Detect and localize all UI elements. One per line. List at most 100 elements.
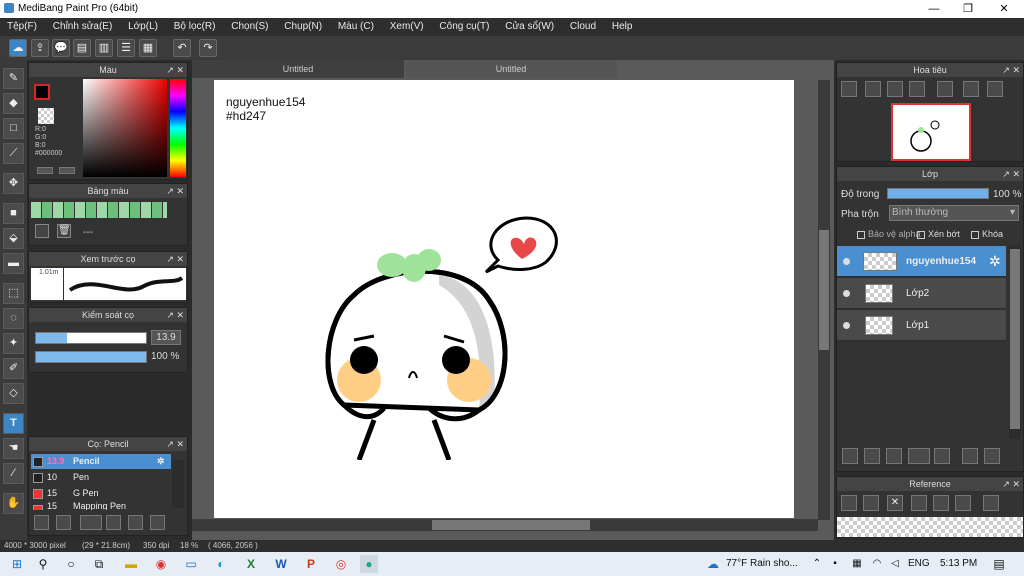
menu-help[interactable]: Help [612, 18, 633, 32]
brush-size-slider[interactable] [35, 332, 147, 344]
layers-scroll-thumb[interactable] [1010, 249, 1020, 429]
menu-tools[interactable]: Công cụ(T) [439, 18, 489, 32]
brush-preview-close-icon[interactable]: ↗ ✕ [166, 252, 184, 266]
volume-icon[interactable]: ◁ [886, 555, 904, 573]
new-brush-icon[interactable] [56, 515, 71, 530]
brush-control-close-icon[interactable]: ↗ ✕ [166, 308, 184, 322]
notifications-icon[interactable]: ▤ [990, 555, 1008, 573]
gradient-tool-icon[interactable]: ▬ [3, 253, 24, 274]
menu-cloud[interactable]: Cloud [570, 18, 596, 32]
tab-untitled-1[interactable]: Untitled [192, 60, 404, 78]
fill-rect-tool-icon[interactable]: ■ [3, 203, 24, 224]
layer-menu-icon[interactable] [908, 448, 930, 464]
open-folder-icon[interactable] [863, 495, 879, 511]
undo-icon[interactable]: ↶ [173, 39, 191, 57]
delete-palette-icon[interactable]: 🗑 [57, 224, 71, 238]
maximize-button[interactable]: ❐ [950, 0, 986, 18]
layer-item-nguyenhue154[interactable]: nguyenhue154 ✲ [837, 246, 1006, 277]
new-8bit-layer-icon[interactable] [886, 448, 902, 464]
cloud-upload-icon[interactable] [841, 495, 857, 511]
lasso-icon[interactable]: ◌ [3, 308, 24, 329]
color-mode-button[interactable] [37, 167, 53, 174]
text-tool-icon[interactable]: T [3, 413, 24, 434]
menu-window[interactable]: Cửa sổ(W) [505, 18, 554, 32]
saturation-value-picker[interactable] [83, 79, 167, 177]
brush-item-mapping-pen[interactable]: 15 Mapping Pen [31, 502, 171, 510]
wifi-icon[interactable]: ◠ [868, 555, 886, 573]
brush-menu-icon[interactable] [80, 515, 102, 530]
horizontal-scroll-thumb[interactable] [432, 520, 590, 530]
brushes-scrollbar[interactable] [172, 460, 184, 508]
layer-item-lop2[interactable]: Lớp2 [837, 278, 1006, 309]
magic-wand-icon[interactable]: ✦ [3, 333, 24, 354]
redo-icon[interactable]: ↷ [199, 39, 217, 57]
merge-layer-icon[interactable] [984, 448, 1000, 464]
document-icon[interactable]: ▥ [95, 39, 113, 57]
reference-fit-icon[interactable] [933, 495, 949, 511]
brush-item-pencil[interactable]: 13.9 Pencil ✲ [31, 454, 171, 469]
gear-icon[interactable]: ✲ [989, 253, 1001, 270]
medibang-taskbar-icon[interactable]: ● [360, 555, 378, 573]
tab-untitled-2[interactable]: Untitled [405, 60, 617, 78]
move-tool-icon[interactable]: ✥ [3, 173, 24, 194]
layer-opacity-slider[interactable] [887, 188, 989, 199]
close-reference-icon[interactable]: ✕ [887, 495, 903, 511]
panel-close-icon[interactable]: ↗ ✕ [166, 63, 184, 77]
file-explorer-icon[interactable]: ▬ [122, 555, 140, 573]
horizontal-scrollbar[interactable] [192, 519, 818, 531]
select-rect-icon[interactable]: ⬚ [3, 283, 24, 304]
brush-size-value[interactable]: 13.9 [151, 330, 181, 345]
menu-filter[interactable]: Bộ lọc(R) [174, 18, 216, 32]
language-indicator[interactable]: ENG [908, 558, 930, 569]
cloud-icon[interactable]: ☁ [9, 39, 27, 57]
bucket-tool-icon[interactable]: ⬙ [3, 228, 24, 249]
background-color-swatch[interactable] [38, 108, 54, 124]
comment-icon[interactable]: 💬 [52, 39, 70, 57]
eye-icon[interactable] [843, 322, 850, 329]
foreground-color-swatch[interactable] [34, 84, 50, 100]
reference-zoom-out-icon[interactable] [955, 495, 971, 511]
menu-file[interactable]: Tệp(F) [7, 18, 37, 32]
zoom-plus-icon[interactable] [865, 81, 881, 97]
rectangle-tool-icon[interactable]: □ [3, 118, 24, 139]
eraser-tool-icon[interactable]: ◆ [3, 93, 24, 114]
brush-opacity-slider[interactable] [35, 351, 147, 363]
cortana-icon[interactable]: ○ [62, 555, 80, 573]
drawing-canvas[interactable]: nguyenhue154 #hd247 [214, 80, 794, 518]
chrome-icon[interactable]: ◎ [332, 555, 350, 573]
layers-close-icon[interactable]: ↗ ✕ [1002, 167, 1020, 181]
grid-icon[interactable]: ▦ [139, 39, 157, 57]
search-icon[interactable]: ⚲ [34, 555, 52, 573]
navigator-close-icon[interactable]: ↗ ✕ [1002, 63, 1020, 77]
brush-item-pen[interactable]: 10 Pen [31, 470, 171, 485]
vertical-scrollbar[interactable] [818, 80, 830, 520]
brush-tool-icon[interactable]: ✎ [3, 68, 24, 89]
menu-edit[interactable]: Chỉnh sửa(E) [53, 18, 113, 32]
brush-folder-icon[interactable] [128, 515, 143, 530]
menu-view[interactable]: Xem(V) [390, 18, 424, 32]
menu-snap[interactable]: Chụp(N) [284, 18, 322, 32]
excel-icon[interactable]: X [242, 555, 260, 573]
hand-tool-icon[interactable]: ✋ [3, 493, 24, 514]
brush-duplicate-icon[interactable] [150, 515, 165, 530]
layer-folder-icon[interactable] [934, 448, 950, 464]
menu-layer[interactable]: Lớp(L) [128, 18, 158, 32]
operation-tool-icon[interactable]: ☚ [3, 438, 24, 459]
brushes-close-icon[interactable]: ↗ ✕ [166, 437, 184, 451]
upload-icon[interactable]: ⇪ [31, 39, 49, 57]
close-button[interactable]: ✕ [986, 0, 1022, 18]
palette-swatches[interactable] [31, 202, 167, 218]
line-tool-icon[interactable]: ⟋ [3, 143, 24, 164]
select-eraser-icon[interactable]: ◇ [3, 383, 24, 404]
palette-close-icon[interactable]: ↗ ✕ [166, 184, 184, 198]
eye-icon[interactable] [843, 290, 850, 297]
reference-close-icon[interactable]: ↗ ✕ [1002, 477, 1020, 491]
chat-icon[interactable]: ▤ [73, 39, 91, 57]
zoom-in-icon[interactable] [841, 81, 857, 97]
weather-text[interactable]: 77°F Rain sho... [726, 558, 798, 569]
tray-app-icon[interactable]: ▪ [826, 555, 844, 573]
windows-start-icon[interactable]: ⊞ [8, 555, 26, 573]
vertical-scroll-thumb[interactable] [819, 230, 829, 350]
clipping-checkbox[interactable]: Xén bớt [917, 229, 960, 239]
rotate-left-icon[interactable] [937, 81, 953, 97]
